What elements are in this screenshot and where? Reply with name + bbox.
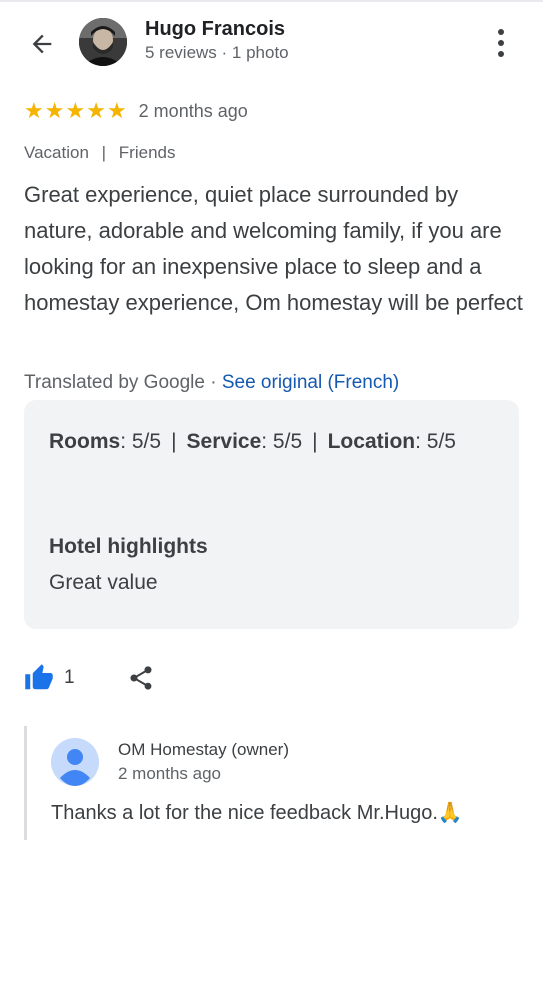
reply-indent-bar	[24, 726, 27, 840]
rating-separator: |	[171, 430, 177, 453]
trip-tags: Vacation | Friends	[24, 143, 175, 163]
star-icon: ★	[65, 98, 86, 123]
thumbs-up-icon	[25, 664, 53, 690]
like-button[interactable]: 1	[24, 663, 75, 693]
highlights-title: Hotel highlights	[49, 535, 208, 558]
rating-value-rooms: : 5/5	[120, 430, 162, 453]
review-actions: 1	[24, 662, 157, 694]
star-icon: ★	[24, 98, 44, 123]
star-icon: ★	[86, 98, 106, 123]
tag-friends: Friends	[118, 143, 176, 162]
star-rating: ★ ★ ★ ★ ★	[24, 100, 127, 122]
share-icon	[130, 666, 152, 690]
reviewer-photo	[79, 18, 127, 66]
review-time: 2 months ago	[138, 100, 248, 121]
tag-separator: |	[101, 143, 107, 162]
highlights-value: Great value	[49, 571, 158, 594]
share-button[interactable]	[125, 662, 157, 694]
rating-value-location: : 5/5	[415, 430, 456, 453]
rating-row: ★ ★ ★ ★ ★ 2 months ago	[24, 100, 248, 122]
owner-name: OM Homestay (owner)	[118, 740, 289, 759]
rating-label-location: Location	[327, 430, 416, 453]
back-arrow-icon	[32, 34, 52, 54]
owner-reply-time: 2 months ago	[118, 764, 222, 783]
reviewer-meta: 5 reviews · 1 photo	[145, 43, 289, 62]
reviewer-avatar[interactable]	[79, 18, 127, 66]
review-header: Hugo Francois 5 reviews · 1 photo	[0, 2, 543, 82]
translation-note: Translated by Google · See original (Fre…	[24, 372, 399, 394]
reviewer-name[interactable]: Hugo Francois	[145, 18, 285, 41]
back-button[interactable]	[22, 24, 62, 64]
rating-label-rooms: Rooms	[49, 430, 121, 453]
tag-vacation: Vacation	[24, 143, 89, 162]
dot-icon	[498, 29, 504, 35]
rating-separator: |	[312, 430, 318, 453]
owner-reply-text: Thanks a lot for the nice feedback Mr.Hu…	[51, 802, 463, 824]
person-icon	[51, 738, 99, 786]
star-icon: ★	[44, 98, 65, 123]
details-card: Rooms: 5/5 | Service: 5/5 | Location: 5/5 Ho…	[24, 400, 519, 629]
like-count: 1	[64, 667, 75, 688]
review-text: Great experience, quiet place surrounded…	[24, 182, 523, 315]
dot-icon	[498, 51, 504, 57]
translated-by-label: Translated by Google ·	[24, 372, 217, 393]
owner-avatar	[51, 738, 99, 786]
dot-icon	[498, 40, 504, 46]
rating-label-service: Service	[186, 430, 262, 453]
see-original-link[interactable]: See original (French)	[222, 372, 399, 393]
more-options-button[interactable]	[486, 24, 516, 62]
rating-value-service: : 5/5	[261, 430, 303, 453]
star-icon: ★	[106, 98, 127, 123]
sub-ratings: Rooms: 5/5 | Service: 5/5 | Location: 5/5	[49, 424, 489, 460]
